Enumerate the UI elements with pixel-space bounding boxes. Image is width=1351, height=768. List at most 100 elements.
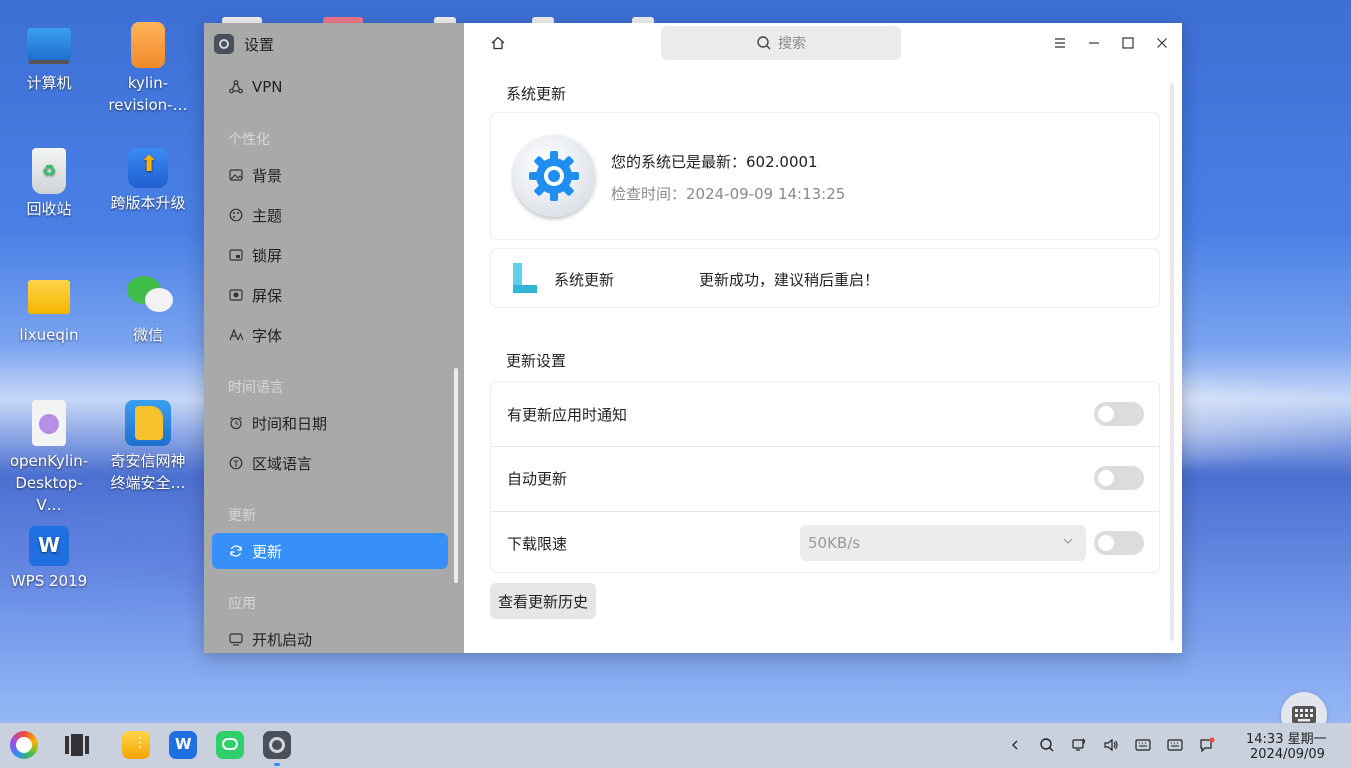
desktop-icon-qianxin[interactable]: 奇安信网神 终端安全… [103,400,193,494]
speed-limit-value: 50KB/s [808,534,861,552]
tray-search-button[interactable] [1037,735,1057,755]
sidebar-item-lockscreen[interactable]: 锁屏 [212,237,448,273]
sidebar-category-time-language: 时间语言 [228,380,284,396]
chevron-left-icon [1012,740,1018,750]
taskbar: ⋮ W 14:33 星期一 2024/09/09 [0,723,1351,768]
sidebar-item-theme[interactable]: 主题 [212,197,448,233]
multitask-view-button[interactable] [63,731,91,759]
search-icon [1040,738,1054,752]
clock-icon [228,415,244,431]
tray-network-button[interactable] [1069,735,1089,755]
screensaver-icon [228,287,244,303]
desktop-icon-wechat[interactable]: 微信 [103,274,193,346]
kylin-logo-icon [513,263,537,293]
view-update-history-button[interactable]: 查看更新历史 [490,583,597,619]
sidebar-category-update: 更新 [228,508,256,524]
desktop-icon-label: lixueqin [19,326,79,344]
main-scrollbar[interactable] [1170,83,1174,641]
lockscreen-icon [228,247,244,263]
wechat-icon [125,274,173,320]
desktop-icon-openkylin-iso[interactable]: openKylin- Desktop-V… [4,400,94,516]
update-settings-card: 有更新应用时通知 自动更新 下载限速 50KB/s [491,382,1159,572]
sidebar-scrollbar[interactable] [454,368,458,583]
minimize-button[interactable] [1084,33,1104,53]
desktop-icon-label: openKylin- Desktop-V… [9,452,89,514]
taskbar-file-manager[interactable]: ⋮ [122,731,150,759]
settings-gear-icon [513,135,595,217]
trash-icon: ♻ [32,148,66,194]
wps-icon: W [29,526,69,566]
taskbar-date[interactable]: 2024/09/09 [1250,747,1325,762]
home-icon [491,36,505,50]
sidebar-item-label: 主题 [252,206,283,225]
sidebar-item-background[interactable]: 背景 [212,157,448,193]
update-item-card: 系统更新 更新成功，建议稍后重启！ [491,249,1159,307]
tray-notification-button[interactable] [1197,735,1217,755]
menu-button[interactable] [1050,33,1070,53]
sidebar-item-vpn[interactable]: VPN [212,69,448,105]
taskbar-messenger[interactable] [216,731,244,759]
security-app-icon [125,400,171,446]
refresh-icon [228,543,244,559]
taskbar-settings[interactable] [263,731,291,766]
desktop-icon-computer[interactable]: 计算机 [4,22,94,94]
sidebar-item-label: 字体 [252,326,283,345]
archive-file-icon [131,22,165,68]
settings-app-icon [214,34,234,54]
network-icon [1072,738,1086,751]
desktop-icon-kylin-revision[interactable]: kylin- revision-… [103,22,193,116]
palette-icon [228,207,244,223]
computer-icon [27,28,71,60]
maximize-button[interactable] [1118,33,1138,53]
taskbar-time[interactable]: 14:33 星期一 [1246,728,1327,747]
desktop-icon-label: 回收站 [26,200,72,218]
home-button[interactable] [488,33,508,53]
check-time-text: 检查时间：2024-09-09 14:13:25 [611,185,846,203]
close-button[interactable] [1152,33,1172,53]
tray-expand-button[interactable] [1005,735,1025,755]
desktop-icon-label: 奇安信网神 终端安全… [110,452,186,492]
auto-update-toggle[interactable] [1094,466,1144,490]
sidebar-item-label: 时间和日期 [252,414,328,433]
sidebar-item-autostart[interactable]: 开机启动 [212,621,448,657]
update-item-status: 更新成功，建议稍后重启！ [699,271,880,289]
update-item-name: 系统更新 [554,271,615,289]
sidebar-item-update[interactable]: 更新 [212,533,448,569]
desktop-icon-home-folder[interactable]: lixueqin [4,274,94,346]
autostart-icon [228,631,244,647]
start-logo-icon [16,737,32,753]
app-title: 设置 [244,35,275,54]
gear-icon [269,737,285,753]
sidebar-item-font[interactable]: 字体 [212,317,448,353]
chevron-down-icon [1062,535,1074,550]
settings-sidebar: 设置 VPN 个性化 背景 主题 锁屏 屏保 字体 时间语言 时间和日期 区域语… [204,23,464,653]
keyboard-icon [1167,739,1183,751]
tray-keyboard-button[interactable] [1165,735,1185,755]
search-box[interactable]: 搜索 [661,26,901,60]
desktop-icon-label: kylin- revision-… [108,74,188,114]
desktop-icon-wps[interactable]: W WPS 2019 [4,526,94,592]
keyboard-icon [1135,739,1151,751]
speed-limit-toggle[interactable] [1094,531,1144,555]
sidebar-item-datetime[interactable]: 时间和日期 [212,405,448,441]
volume-icon [1104,738,1118,752]
tray-volume-button[interactable] [1101,735,1121,755]
sidebar-item-region[interactable]: 区域语言 [212,445,448,481]
sidebar-item-screensaver[interactable]: 屏保 [212,277,448,313]
desktop-icon-upgrade[interactable]: ⬆ 跨版本升级 [103,148,193,214]
tray-input-method-button[interactable] [1133,735,1153,755]
file-archive-icon: ⋮ [133,735,147,751]
app-header: 设置 [214,31,274,57]
speed-limit-select[interactable]: 50KB/s [800,525,1086,561]
search-placeholder: 搜索 [778,36,806,52]
sidebar-item-label: 屏保 [252,286,283,305]
taskbar-wps[interactable]: W [169,731,197,759]
speed-limit-row: 下载限速 50KB/s [491,511,1159,572]
start-menu-button[interactable] [10,731,38,759]
sidebar-item-label: 背景 [252,166,283,185]
font-icon [228,327,244,343]
sidebar-item-label: 开机启动 [252,630,313,649]
desktop-icon-label: WPS 2019 [10,572,88,590]
desktop-icon-trash[interactable]: ♻ 回收站 [4,148,94,220]
notify-toggle[interactable] [1094,402,1144,426]
